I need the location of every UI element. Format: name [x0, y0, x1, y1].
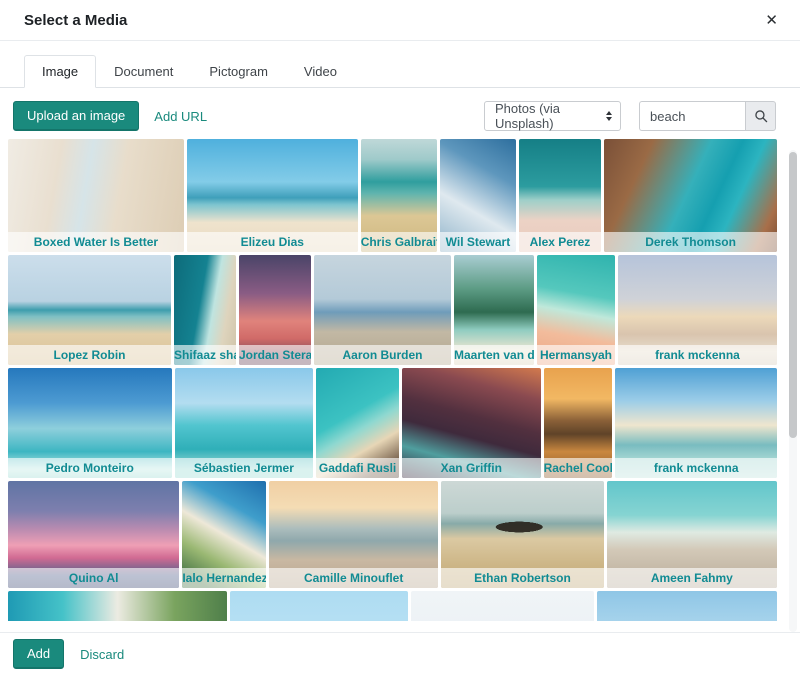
photographer-attribution[interactable]: Sébastien Jermer — [175, 458, 314, 478]
close-button[interactable]: ✕ — [759, 11, 784, 30]
media-tile[interactable]: Shifaaz sham... — [174, 255, 236, 365]
dialog-header: Select a Media ✕ — [0, 0, 800, 41]
search-group — [639, 101, 776, 131]
tab-bar: ImageDocumentPictogramVideo — [0, 41, 800, 88]
media-tile[interactable]: Pedro Monteiro — [8, 368, 172, 478]
media-tile[interactable]: Xan Griffin — [402, 368, 541, 478]
photographer-attribution[interactable]: Ialo Hernandez — [182, 568, 266, 588]
media-tile[interactable]: Quino Al — [8, 481, 179, 588]
photographer-attribution[interactable]: Lopez Robin — [8, 345, 171, 365]
toolbar-right: Photos (via Unsplash) — [484, 101, 776, 131]
photographer-attribution[interactable]: Gaddafi Rusli — [316, 458, 399, 478]
media-grid-row: Quino AlIalo HernandezCamille MinoufletE… — [8, 481, 777, 588]
photographer-attribution[interactable]: frank mckenna — [618, 345, 777, 365]
media-tile[interactable]: Boxed Water Is Better — [8, 139, 184, 252]
media-tile[interactable]: Wil Stewart — [440, 139, 516, 252]
tab-document[interactable]: Document — [96, 55, 191, 88]
photographer-attribution[interactable]: frank mckenna — [615, 458, 777, 478]
photographer-attribution[interactable]: Camille Minouflet — [269, 568, 438, 588]
scrollbar-track — [789, 150, 797, 632]
media-grid: Boxed Water Is BetterElizeu DiasChris Ga… — [8, 139, 777, 621]
photographer-attribution[interactable]: Aaron Burden — [314, 345, 451, 365]
media-tile[interactable]: Aaron Burden — [314, 255, 451, 365]
photographer-attribution[interactable]: Shifaaz sham... — [174, 345, 236, 365]
photographer-attribution[interactable]: Maarten van den H... — [454, 345, 534, 365]
select-updown-icon — [606, 111, 612, 121]
photographer-attribution[interactable]: Hermansyah — [537, 345, 615, 365]
photographer-attribution[interactable]: Rachel Cook — [544, 458, 613, 478]
media-tile[interactable] — [8, 591, 227, 621]
media-tile[interactable]: Derek Thomson — [604, 139, 777, 252]
media-tile[interactable]: Maarten van den H... — [454, 255, 534, 365]
media-tile[interactable]: Sébastien Jermer — [175, 368, 314, 478]
media-tile[interactable]: Camille Minouflet — [269, 481, 438, 588]
toolbar-left: Upload an image Add URL — [13, 101, 207, 131]
media-tile[interactable]: Chris Galbraith — [361, 139, 438, 252]
photographer-attribution[interactable]: Chris Galbraith — [361, 232, 438, 252]
media-tile[interactable]: Ethan Robertson — [441, 481, 603, 588]
photographer-attribution[interactable]: Alex Perez — [519, 232, 601, 252]
photographer-attribution[interactable]: Pedro Monteiro — [8, 458, 172, 478]
photographer-attribution[interactable]: Jordan Steranka — [239, 345, 311, 365]
media-tile[interactable]: Rachel Cook — [544, 368, 613, 478]
media-tile[interactable]: Ameen Fahmy — [607, 481, 777, 588]
media-grid-row: Pedro MonteiroSébastien JermerGaddafi Ru… — [8, 368, 777, 478]
photographer-attribution[interactable]: Quino Al — [8, 568, 179, 588]
photographer-attribution[interactable]: Derek Thomson — [604, 232, 777, 252]
discard-link[interactable]: Discard — [80, 647, 124, 662]
media-grid-row: Boxed Water Is BetterElizeu DiasChris Ga… — [8, 139, 777, 252]
photographer-attribution[interactable]: Elizeu Dias — [187, 232, 358, 252]
media-tile[interactable]: Hermansyah — [537, 255, 615, 365]
media-tile[interactable]: Gaddafi Rusli — [316, 368, 399, 478]
dialog-footer: Add Discard — [0, 632, 800, 675]
media-tile[interactable]: frank mckenna — [618, 255, 777, 365]
media-tile[interactable]: Ialo Hernandez — [182, 481, 266, 588]
media-tile[interactable]: Lopez Robin — [8, 255, 171, 365]
tab-image[interactable]: Image — [24, 55, 96, 88]
photographer-attribution[interactable]: Ameen Fahmy — [607, 568, 777, 588]
media-tile[interactable] — [230, 591, 408, 621]
upload-image-button[interactable]: Upload an image — [13, 101, 139, 131]
media-tile[interactable]: Elizeu Dias — [187, 139, 358, 252]
tab-pictogram[interactable]: Pictogram — [191, 55, 286, 88]
photographer-attribution[interactable]: Xan Griffin — [402, 458, 541, 478]
media-tile[interactable] — [411, 591, 593, 621]
media-grid-row — [8, 591, 777, 621]
add-url-link[interactable]: Add URL — [154, 109, 207, 124]
media-source-select[interactable]: Photos (via Unsplash) — [484, 101, 621, 131]
search-button[interactable] — [745, 101, 776, 131]
scrollbar-thumb[interactable] — [789, 152, 797, 438]
add-button[interactable]: Add — [13, 639, 64, 669]
photographer-attribution[interactable]: Boxed Water Is Better — [8, 232, 184, 252]
close-icon: ✕ — [765, 12, 778, 29]
search-icon — [754, 109, 768, 123]
media-source-select-value: Photos (via Unsplash) — [495, 101, 606, 131]
media-grid-row: Lopez RobinShifaaz sham...Jordan Sterank… — [8, 255, 777, 365]
search-input[interactable] — [639, 101, 745, 131]
media-tile[interactable] — [597, 591, 777, 621]
media-tile[interactable]: Jordan Steranka — [239, 255, 311, 365]
tab-video[interactable]: Video — [286, 55, 355, 88]
media-tile[interactable]: Alex Perez — [519, 139, 601, 252]
media-tile[interactable]: frank mckenna — [615, 368, 777, 478]
photographer-attribution[interactable]: Ethan Robertson — [441, 568, 603, 588]
dialog-title: Select a Media — [24, 12, 127, 29]
toolbar: Upload an image Add URL Photos (via Unsp… — [0, 88, 800, 139]
select-media-dialog: Select a Media ✕ ImageDocumentPictogramV… — [0, 0, 800, 675]
photographer-attribution[interactable]: Wil Stewart — [440, 232, 516, 252]
